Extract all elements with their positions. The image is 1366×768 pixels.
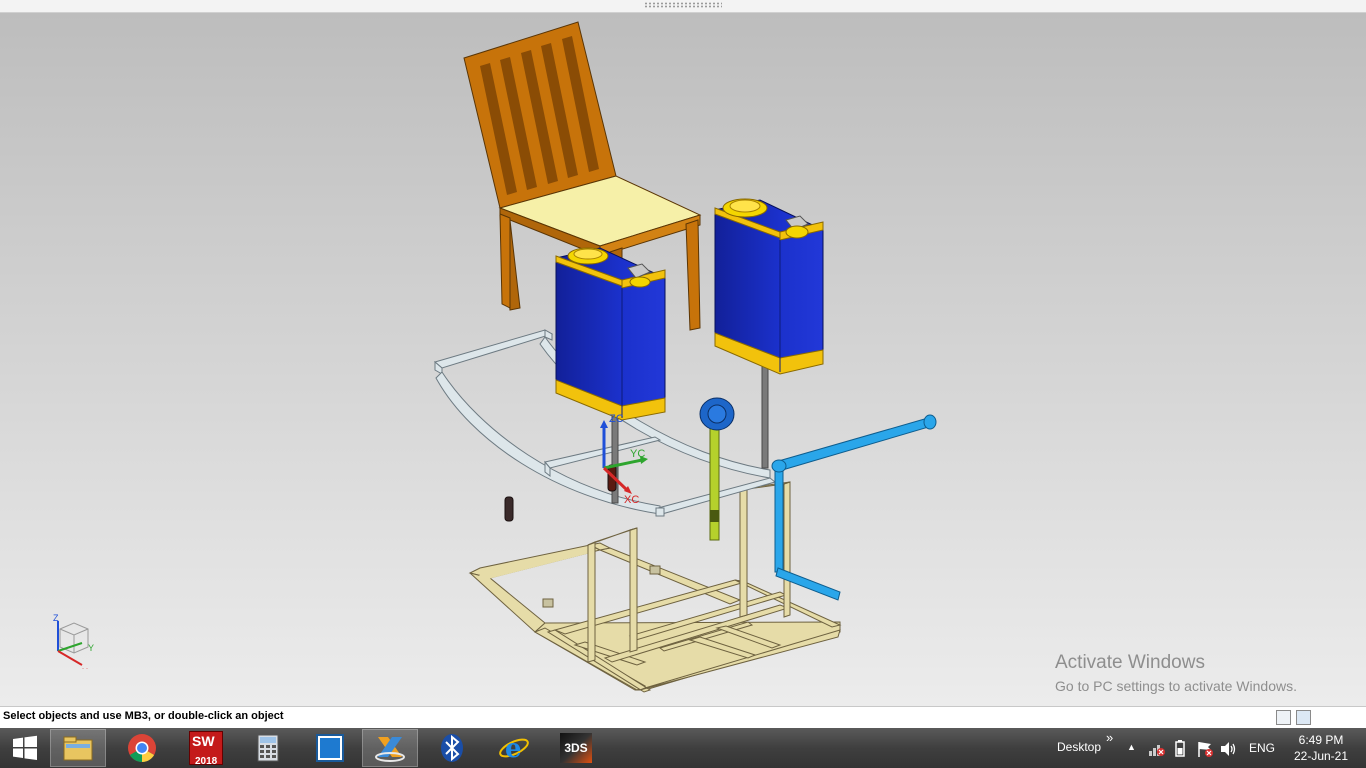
tray-overflow-icon[interactable]: ▲: [1127, 742, 1136, 752]
calculator-icon: [257, 734, 279, 762]
taskbar-window-app[interactable]: [302, 729, 358, 767]
windows-logo-icon: [13, 735, 37, 760]
taskbar-nx[interactable]: [362, 729, 418, 767]
solidworks-badge: 2018: [195, 756, 218, 767]
taskbar: SW 2018 e 3DS Desktop » ▲ ENG 6:49 PM 22…: [0, 728, 1366, 768]
window-icon: [316, 734, 344, 762]
triad-label-x: X: [82, 667, 88, 669]
csys-label-z: ZC: [609, 413, 624, 425]
svg-text:e: e: [505, 734, 522, 763]
clock-date: 22-Jun-21: [1293, 749, 1349, 763]
csys-label-x: XC: [624, 494, 639, 506]
chrome-icon: [128, 734, 156, 762]
csys-label-y: YC: [630, 448, 645, 460]
view-triad[interactable]: Z Y X: [44, 599, 104, 669]
taskbar-file-explorer[interactable]: [50, 729, 106, 767]
right-tank: [714, 198, 824, 469]
network-error-icon[interactable]: [1148, 741, 1166, 757]
watermark-subtitle: Go to PC settings to activate Windows.: [1055, 678, 1297, 694]
watermark-title: Activate Windows: [1055, 652, 1205, 673]
taskbar-chrome[interactable]: [114, 729, 170, 767]
full-screen-icon[interactable]: [1296, 710, 1311, 725]
blue-pipe: [771, 414, 937, 601]
nx-icon: [375, 737, 405, 762]
desktop-label: Desktop: [1057, 740, 1102, 754]
ie-icon: e: [499, 734, 529, 763]
triad-label-y: Y: [88, 643, 94, 653]
status-bar: Select objects and use MB3, or double-cl…: [0, 706, 1366, 729]
bluetooth-icon: [441, 734, 463, 762]
selection-filter-icon[interactable]: [1276, 710, 1291, 725]
graphics-viewport[interactable]: ZC YC XC Z Y X Activate Windows Go to PC…: [0, 13, 1366, 706]
triad-label-z: Z: [53, 613, 59, 623]
3ds-icon: 3DS: [560, 733, 592, 763]
top-strip: [0, 0, 1366, 13]
clock-time: 6:49 PM: [1298, 733, 1344, 747]
battery-icon[interactable]: [1172, 740, 1188, 758]
start-button[interactable]: [0, 729, 50, 767]
volume-icon[interactable]: [1220, 741, 1238, 757]
status-prompt: Select objects and use MB3, or double-cl…: [3, 710, 284, 722]
taskbar-solidworks[interactable]: SW 2018: [178, 729, 234, 767]
clock[interactable]: 6:49 PM 22-Jun-21: [1290, 732, 1352, 764]
desktop-chevron[interactable]: »: [1106, 730, 1113, 745]
activation-watermark: Activate Windows Go to PC settings to ac…: [1055, 651, 1297, 695]
taskbar-3dexperience[interactable]: 3DS: [548, 729, 604, 767]
action-center-flag-icon[interactable]: [1196, 740, 1214, 758]
taskbar-calculator[interactable]: [240, 729, 296, 767]
solidworks-label: SW: [192, 733, 215, 749]
folder-icon: [63, 736, 93, 761]
language-indicator[interactable]: ENG: [1249, 741, 1275, 755]
cad-model-scene: ZC YC XC: [433, 21, 937, 693]
taskbar-bluetooth[interactable]: [424, 729, 480, 767]
solidworks-icon: SW 2018: [189, 731, 223, 767]
resize-grip[interactable]: [644, 2, 722, 8]
taskbar-internet-explorer[interactable]: e: [486, 729, 542, 767]
desktop-toolbar[interactable]: Desktop: [1057, 740, 1101, 754]
